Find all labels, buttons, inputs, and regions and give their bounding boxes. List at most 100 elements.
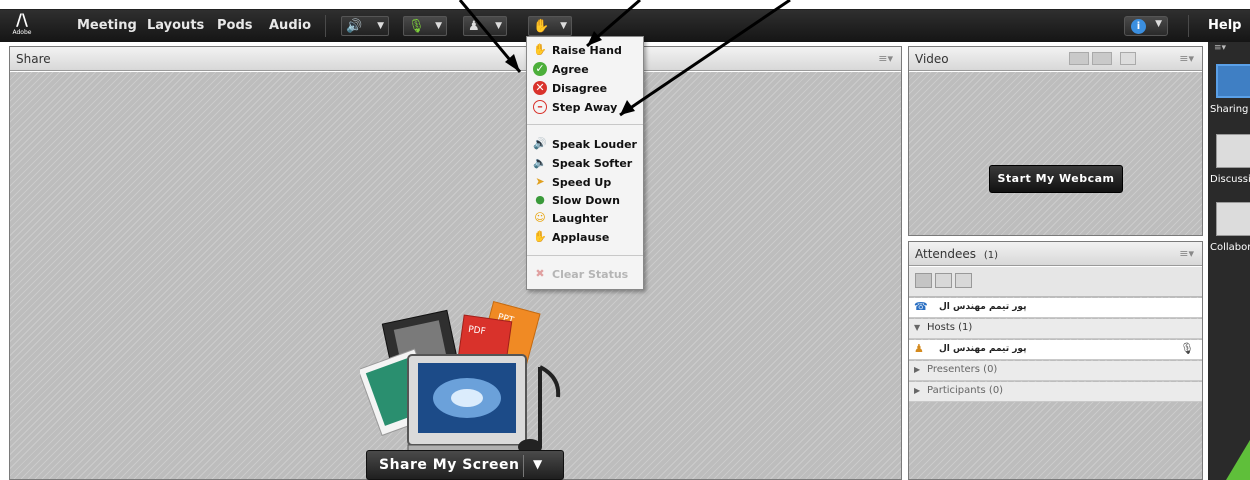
speak-softer-label: Speak Softer — [552, 157, 633, 170]
menu-divider — [527, 255, 643, 256]
share-pod-title: Share — [16, 52, 51, 66]
presenters-group[interactable]: ▶ Presenters (0) — [909, 361, 1202, 381]
filmstrip-view-icon[interactable] — [1092, 52, 1112, 65]
role-view-icon[interactable] — [955, 273, 972, 288]
layout-discussion-label[interactable]: Discussion — [1210, 174, 1250, 185]
layout-sharing-thumb[interactable] — [1216, 64, 1250, 98]
speak-softer-icon: 🔈 — [533, 156, 547, 169]
hosts-label: Hosts (1) — [927, 322, 973, 333]
laughter-label: Laughter — [552, 212, 609, 225]
menu-speak-louder[interactable]: 🔊 Speak Louder — [527, 136, 643, 154]
info-button[interactable]: i ▼ — [1124, 16, 1168, 36]
menu-layouts[interactable]: Layouts — [147, 18, 204, 33]
chevron-down-icon[interactable]: ▼ — [533, 457, 542, 471]
list-view-icon[interactable] — [915, 273, 932, 288]
layout-sharing-label[interactable]: Sharing — [1210, 104, 1248, 115]
adobe-logo-mark: /\ — [16, 10, 28, 29]
microphone-icon: 🎙 — [1180, 342, 1194, 355]
menu-applause[interactable]: ✋ Applause — [527, 229, 643, 247]
menu-disagree[interactable]: ✕ Disagree — [527, 80, 643, 98]
speak-louder-label: Speak Louder — [552, 138, 637, 151]
share-pod-body: PPT PDF Share My Screen ▼ — [10, 72, 901, 480]
speaker-button[interactable]: 🔊 ▼ — [341, 16, 389, 36]
menu-divider — [527, 124, 643, 125]
layout-collaboration-thumb[interactable] — [1216, 202, 1250, 236]
adobe-logo-text: Adobe — [12, 29, 32, 36]
menu-raise-hand[interactable]: ✋ Raise Hand — [527, 42, 643, 60]
button-divider — [523, 455, 524, 477]
attendees-title: Attendees — [915, 247, 977, 261]
host-name: پور تیمم مهندس ال — [939, 344, 1027, 354]
chevron-down-icon: ▼ — [560, 21, 567, 31]
share-pod: Share ≡▾ PPT PDF Share My Screen ▼ — [9, 46, 902, 480]
pod-menu-icon[interactable]: ≡▾ — [878, 52, 893, 65]
microphone-icon: 🎙 — [408, 19, 425, 34]
microphone-button[interactable]: 🎙 ▼ — [403, 16, 447, 36]
chevron-down-icon: ▼ — [435, 21, 442, 31]
menu-speak-softer[interactable]: 🔈 Speak Softer — [527, 155, 643, 173]
status-dropdown-menu: ✋ Raise Hand ✓ Agree ✕ Disagree – Step A… — [526, 36, 644, 290]
menu-slow-down[interactable]: ● Slow Down — [527, 192, 643, 210]
menu-agree[interactable]: ✓ Agree — [527, 61, 643, 79]
layout-discussion-thumb[interactable] — [1216, 134, 1250, 168]
host-row[interactable]: ♟ پور تیمم مهندس ال 🎙 — [909, 340, 1202, 360]
applause-label: Applause — [552, 231, 610, 244]
disagree-label: Disagree — [552, 82, 608, 95]
layouts-menu-icon[interactable]: ≡▾ — [1214, 43, 1226, 53]
attendees-pod-body: ☎ پور تیمم مهندس ال ▼ Hosts (1) ♟ پور تی… — [909, 267, 1202, 479]
person-icon: ♟ — [468, 19, 480, 34]
participants-group[interactable]: ▶ Participants (0) — [909, 382, 1202, 402]
step-away-icon: – — [533, 100, 547, 114]
status-button[interactable]: ✋ ▼ — [528, 16, 572, 36]
menu-laughter[interactable]: ☺ Laughter — [527, 210, 643, 228]
toolbar-separator — [325, 15, 326, 37]
attendee-row[interactable]: ☎ پور تیمم مهندس ال — [909, 298, 1202, 318]
clear-status-icon: ✖ — [535, 267, 545, 280]
camera-button[interactable]: ♟ ▼ — [463, 16, 507, 36]
video-pod-title: Video — [915, 52, 949, 66]
menu-clear-status: ✖ Clear Status — [527, 266, 643, 284]
step-away-label: Step Away — [552, 101, 618, 114]
raise-hand-label: Raise Hand — [552, 44, 622, 57]
speak-louder-icon: 🔊 — [533, 137, 547, 150]
adobe-logo: /\ Adobe — [10, 11, 34, 39]
chevron-down-icon: ▼ — [377, 21, 384, 31]
collapse-triangle-icon: ▶ — [914, 365, 921, 374]
chevron-down-icon: ▼ — [1155, 19, 1162, 29]
chevron-down-icon: ▼ — [495, 21, 502, 31]
share-pod-header: Share ≡▾ — [10, 47, 901, 71]
menu-audio[interactable]: Audio — [269, 18, 311, 33]
share-screen-illustration: PPT PDF — [360, 300, 561, 455]
share-my-screen-button[interactable]: Share My Screen ▼ — [366, 450, 564, 480]
applause-icon: ✋ — [533, 230, 547, 243]
layout-collaboration-label[interactable]: Collaboration — [1210, 242, 1250, 253]
layouts-panel: ≡▾ Sharing Discussion Collaboration — [1208, 42, 1250, 480]
speed-up-label: Speed Up — [552, 176, 612, 189]
menu-speed-up[interactable]: ➤ Speed Up — [527, 174, 643, 192]
raise-hand-icon: ✋ — [533, 43, 547, 56]
attendees-count: (1) — [983, 250, 999, 261]
menu-help[interactable]: Help — [1208, 18, 1241, 33]
attendees-pod-header: Attendees (1) ≡▾ — [909, 242, 1202, 266]
toolbar-separator — [1188, 15, 1189, 37]
expand-icon[interactable] — [935, 273, 952, 288]
share-my-screen-label: Share My Screen — [379, 457, 520, 473]
pod-menu-icon[interactable]: ≡▾ — [1179, 52, 1194, 65]
hosts-group[interactable]: ▼ Hosts (1) — [909, 319, 1202, 339]
raise-hand-icon: ✋ — [533, 19, 550, 34]
expand-triangle-icon: ▼ — [914, 323, 921, 332]
menu-step-away[interactable]: – Step Away — [527, 99, 643, 117]
agree-icon: ✓ — [533, 62, 547, 76]
attendees-pod-title: Attendees (1) — [915, 247, 998, 261]
grid-view-icon[interactable] — [1069, 52, 1089, 65]
laughter-icon: ☺ — [534, 211, 546, 224]
presenters-label: Presenters (0) — [927, 364, 998, 375]
fullscreen-icon[interactable] — [1120, 52, 1136, 65]
slow-down-label: Slow Down — [552, 194, 620, 207]
menu-pods[interactable]: Pods — [217, 18, 253, 33]
start-webcam-button[interactable]: Start My Webcam — [989, 165, 1123, 193]
participants-label: Participants (0) — [927, 385, 1004, 396]
menu-meeting[interactable]: Meeting — [77, 18, 137, 33]
pod-menu-icon[interactable]: ≡▾ — [1179, 247, 1194, 260]
disagree-icon: ✕ — [533, 81, 547, 95]
